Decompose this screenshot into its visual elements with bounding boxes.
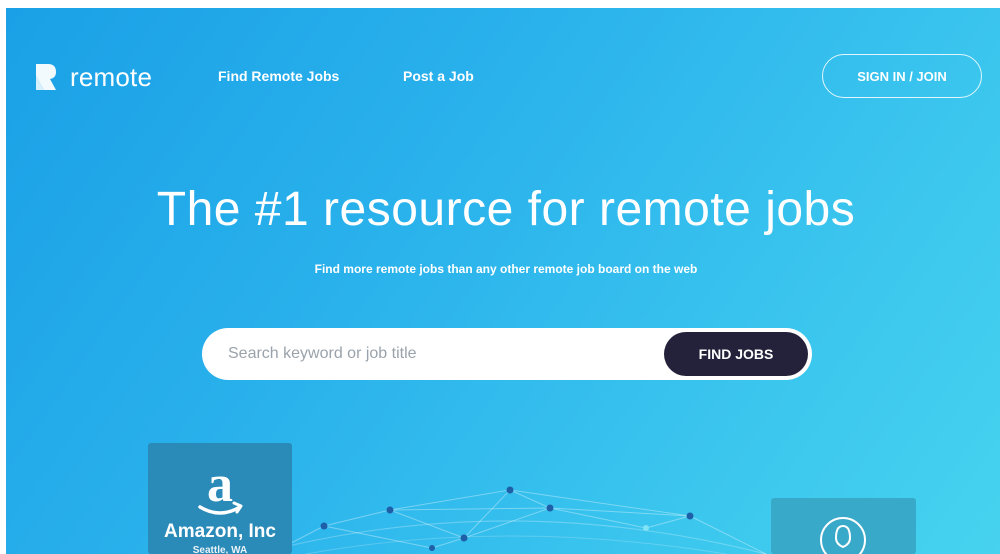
remote-logo-icon: [36, 64, 56, 90]
user-profile-icon: [820, 517, 866, 554]
company-location: Seattle, WA: [192, 545, 248, 554]
nav-post-a-job[interactable]: Post a Job: [403, 68, 474, 84]
logo[interactable]: remote: [34, 60, 152, 94]
sign-in-join-button[interactable]: SIGN IN / JOIN: [822, 54, 982, 98]
search-input[interactable]: [228, 345, 628, 363]
job-search-bar: FIND JOBS: [202, 328, 812, 380]
logo-text: remote: [70, 61, 153, 92]
nav-find-remote-jobs[interactable]: Find Remote Jobs: [218, 68, 339, 84]
top-nav: remote Find Remote Jobs Post a Job SIGN …: [6, 8, 1000, 143]
amazon-logo-icon: a: [198, 459, 243, 515]
hero-title: The #1 resource for remote jobs: [156, 183, 856, 236]
hero-section: remote Find Remote Jobs Post a Job SIGN …: [6, 8, 1000, 554]
profile-card[interactable]: [771, 498, 916, 554]
company-card-amazon[interactable]: a Amazon, Inc Seattle, WA: [148, 443, 292, 554]
svg-text:a: a: [207, 459, 233, 513]
hero-subtitle: Find more remote jobs than any other rem…: [314, 262, 698, 276]
find-jobs-button[interactable]: FIND JOBS: [664, 332, 808, 376]
company-name: Amazon, Inc: [164, 521, 276, 542]
